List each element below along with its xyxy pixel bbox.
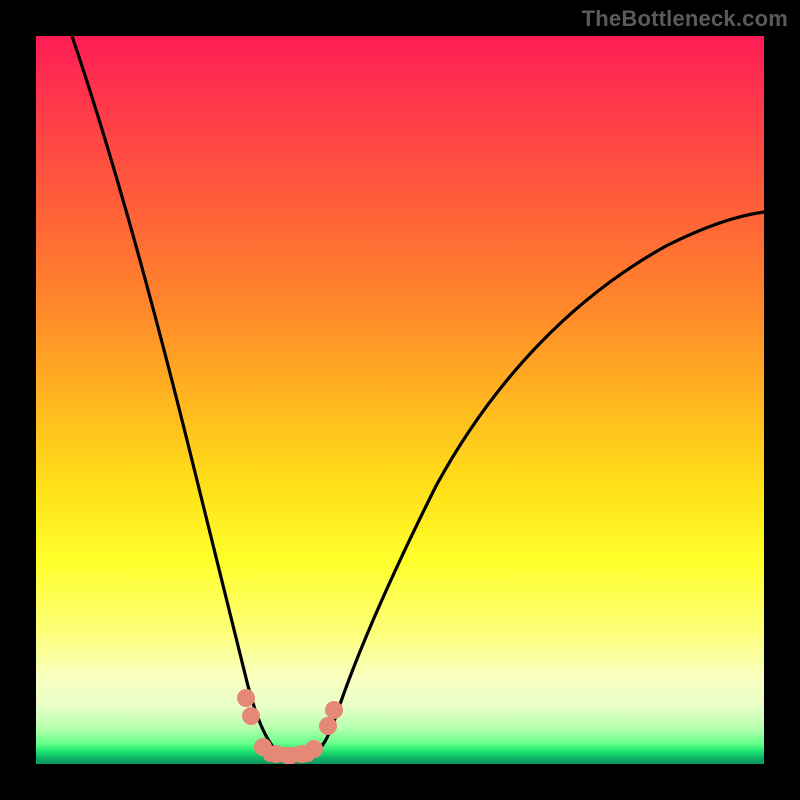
valley-markers <box>237 689 343 764</box>
watermark-text: TheBottleneck.com <box>582 6 788 32</box>
plot-area <box>36 36 764 764</box>
chart-frame: TheBottleneck.com <box>0 0 800 800</box>
bottleneck-curve <box>72 36 764 756</box>
curve-layer <box>36 36 764 764</box>
